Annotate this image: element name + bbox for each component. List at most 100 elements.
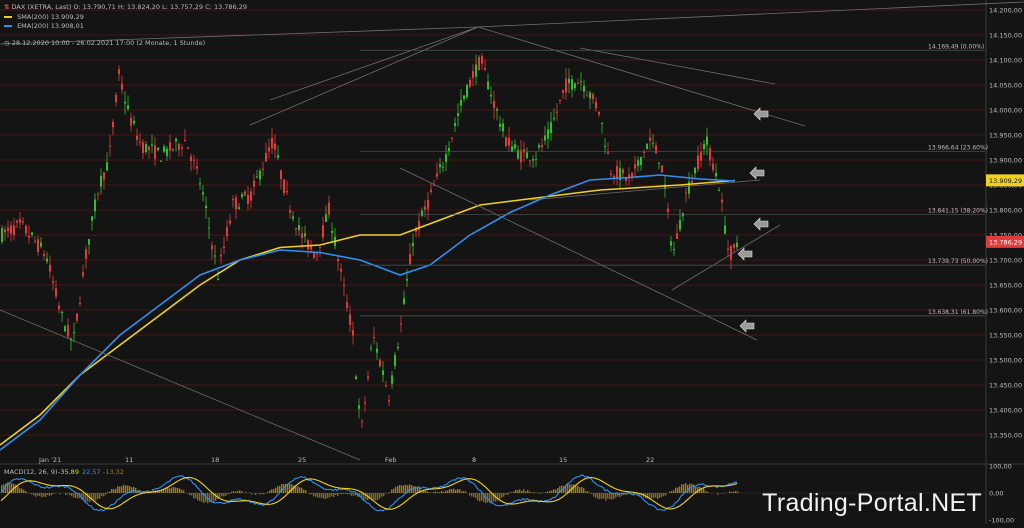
macd-histogram-bar [311,493,312,494]
macd-histogram-bar [463,491,464,493]
candle-body [91,216,93,220]
macd-histogram-bar [99,493,100,499]
candle-body [535,159,537,160]
macd-histogram-bar [227,493,228,494]
symbol-legend: ⇅ DAX (XETRA, Last) O: 13.790,71 H: 13.8… [4,3,247,11]
macd-histogram-bar [513,491,514,493]
macd-histogram-bar [521,491,522,493]
x-tick-label: 18 [211,456,219,464]
candle-body [712,164,714,170]
candle-body [394,355,396,366]
candle-body [160,161,162,162]
candle-body [508,138,510,146]
macd-histogram-bar [337,493,338,496]
candle-body [148,147,150,150]
y-tick-label: 14.000,00 [989,107,1022,115]
macd-histogram-bar [125,485,126,493]
candle-body [64,326,66,331]
candle-body [532,159,534,161]
macd-histogram-bar [577,486,578,493]
candle-body [289,210,291,213]
fib-level-label: 13.841,15 (38.20%) [928,207,988,214]
candle-body [373,337,375,338]
macd-histogram-bar [117,486,118,493]
macd-value-macd: -35,89 [58,468,79,476]
y-tick-label: 14.100,00 [989,57,1022,65]
candle-body [250,191,252,200]
macd-histogram-bar [43,493,44,497]
candle-body [79,303,81,304]
macd-histogram-bar [323,493,324,499]
candle-body [397,347,399,348]
macd-histogram-bar [21,489,22,493]
candle-body [319,247,321,248]
candle-body [667,209,669,212]
macd-histogram-bar [331,493,332,496]
dax-chart[interactable]: 14.200,0014.150,0014.100,0014.050,0014.0… [0,0,1024,524]
candle-body [466,85,468,97]
macd-histogram-bar [595,493,596,498]
macd-histogram-bar [261,493,262,494]
x-tick-label: 8 [472,456,476,464]
y-tick-label: 13.450,00 [989,382,1022,390]
macd-histogram-bar [651,493,652,498]
candle-body [400,323,402,324]
macd-histogram-bar [377,493,378,500]
candle-body [223,246,225,247]
candle-body [286,191,288,192]
candle-body [295,228,297,229]
macd-histogram-bar [123,485,124,493]
candle-body [361,421,363,422]
sma-legend-label: SMA(200) [17,13,49,21]
y-tick-label: 13.900,00 [989,157,1022,165]
macd-histogram-bar [315,493,316,497]
macd-histogram-bar [557,488,558,493]
macd-histogram-bar [537,492,538,493]
candle-body [391,375,393,383]
candle-body [94,200,96,212]
candle-body [259,171,261,180]
macd-histogram-bar [303,490,304,493]
macd-histogram-bar [71,493,72,496]
candle-body [616,166,618,178]
macd-histogram-bar [441,491,442,493]
macd-histogram-bar [179,489,180,493]
macd-histogram-bar [25,491,26,493]
macd-histogram-bar [615,493,616,498]
macd-histogram-bar [733,492,734,493]
macd-histogram-bar [525,491,526,493]
candle-body [235,198,237,209]
candle-body [382,370,384,375]
macd-histogram-bar [281,484,282,493]
candle-body [313,252,315,258]
macd-histogram-bar [437,492,438,493]
candle-body [322,225,324,237]
candle-body [142,142,144,153]
candle-body [724,225,726,233]
macd-histogram-bar [219,493,220,498]
candle-body [478,57,480,70]
macd-histogram-bar [127,486,128,493]
macd-value-hist: -13,32 [103,468,124,476]
candle-body [103,173,105,180]
candle-body [733,244,735,247]
candle-body [88,239,90,245]
candle-body [175,139,177,142]
macd-y-tick-label: 100,00 [989,463,1012,471]
candle-body [721,200,723,203]
candle-body [355,377,357,380]
macd-histogram-bar [545,492,546,493]
candle-body [421,211,423,217]
candle-body [85,249,87,259]
macd-histogram-bar [41,493,42,497]
candle-body [139,142,141,143]
macd-histogram-bar [385,493,386,494]
macd-histogram-bar [403,485,404,493]
candle-body [676,233,678,239]
candle-body [679,220,681,229]
macd-histogram-bar [435,492,436,493]
candle-body [211,245,213,249]
candle-body [214,256,216,257]
macd-histogram-bar [505,493,506,495]
candle-body [154,145,156,159]
